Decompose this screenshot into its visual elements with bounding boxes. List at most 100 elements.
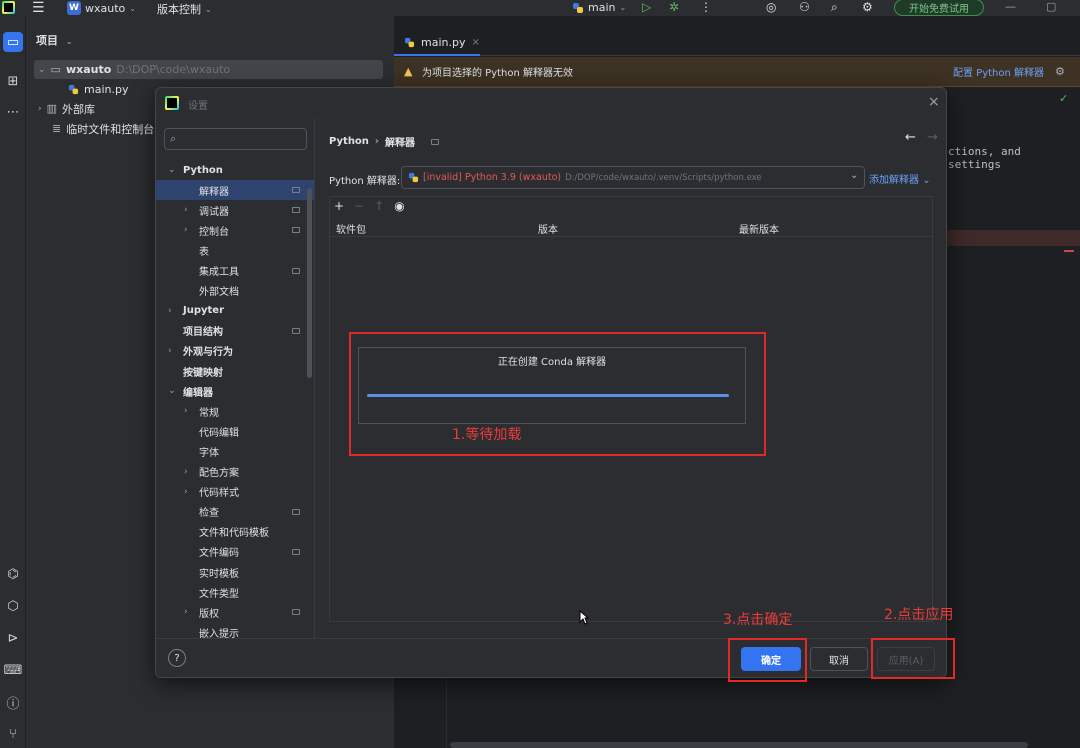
settings-nav-item[interactable]: 代码编辑 — [156, 421, 314, 441]
interpreter-select[interactable]: [invalid] Python 3.9 (wxauto) D:/DOP/cod… — [401, 166, 865, 189]
terminal-icon[interactable]: ⌨ — [3, 660, 23, 680]
ai-assistant-icon[interactable]: ◎ — [766, 0, 776, 14]
upgrade-icon[interactable]: ↑ — [374, 199, 384, 213]
settings-nav-label: 集成工具 — [199, 267, 239, 278]
search-icon[interactable]: ⌕ — [831, 0, 838, 15]
add-icon[interactable]: + — [334, 199, 344, 213]
settings-nav-item[interactable]: 表 — [156, 240, 314, 260]
more-actions-icon[interactable]: ⋮ — [700, 0, 712, 14]
maximize-icon[interactable]: ▢ — [1046, 0, 1056, 13]
structure-icon[interactable]: ⊞ — [3, 71, 23, 91]
cancel-button[interactable]: 取消 — [810, 647, 868, 671]
chevron-right-icon[interactable]: › — [184, 225, 188, 235]
python-file-icon — [68, 84, 79, 95]
settings-nav-item[interactable]: › 外观与行为 — [156, 341, 314, 361]
settings-nav-item[interactable]: ⌄ 编辑器 — [156, 381, 314, 401]
vcs-label: 版本控制 — [157, 3, 201, 16]
chevron-right-icon[interactable]: › — [168, 306, 172, 316]
run-config-selector[interactable]: main ⌄ — [572, 1, 626, 14]
tab-main-py[interactable]: main.py × — [394, 30, 480, 56]
add-interpreter-link[interactable]: 添加解释器 ⌄ — [869, 171, 931, 186]
sidebar-scrollbar[interactable] — [307, 188, 312, 378]
settings-nav-item[interactable]: 文件类型 — [156, 582, 314, 602]
chevron-down-icon[interactable]: ⌄ — [168, 165, 176, 175]
settings-search-input[interactable]: ⌕ — [164, 128, 307, 150]
chevron-right-icon[interactable]: › — [168, 346, 172, 356]
settings-nav-label: 实时模板 — [199, 568, 239, 580]
run-icon[interactable]: ▷ — [642, 0, 651, 14]
settings-nav-label: 文件类型 — [199, 588, 239, 600]
debug-icon[interactable]: ✲ — [669, 0, 679, 14]
settings-nav-item[interactable]: 实时模板 — [156, 562, 314, 582]
run-tool-icon[interactable]: ⊳ — [3, 628, 23, 648]
chevron-down-icon: ⌄ — [205, 4, 212, 14]
more-tools-icon[interactable]: ⋯ — [3, 102, 23, 122]
app-logo-icon[interactable] — [2, 1, 15, 14]
services-icon[interactable]: ⬡ — [3, 596, 23, 616]
project-panel-header[interactable]: 项目 ⌄ — [36, 32, 73, 48]
chevron-right-icon[interactable]: › — [184, 406, 188, 416]
configure-interpreter-link[interactable]: 配置 Python 解释器 — [953, 64, 1044, 79]
folder-icon: ▭ — [50, 63, 61, 76]
horizontal-scrollbar[interactable] — [450, 742, 1028, 748]
settings-gear-icon[interactable]: ⚙ — [862, 0, 873, 14]
minimize-icon[interactable]: — — [1005, 0, 1016, 13]
settings-nav-item[interactable]: 按键映射 — [156, 361, 314, 381]
settings-nav-item[interactable]: › 调试器 — [156, 200, 314, 220]
problems-icon[interactable]: ⓘ — [3, 692, 23, 712]
main-menu-icon[interactable]: ☰ — [32, 0, 45, 16]
python-icon — [573, 2, 583, 13]
settings-nav-item[interactable]: 外部文档 — [156, 281, 314, 301]
chevron-right-icon[interactable]: › — [184, 607, 188, 617]
col-header-package[interactable]: 软件包 — [336, 221, 366, 236]
settings-nav-item[interactable]: › 版权 — [156, 602, 314, 622]
git-icon[interactable]: ⑂ — [3, 724, 23, 744]
annotation-box-ok — [728, 638, 807, 682]
tree-item-root[interactable]: ⌄ ▭ wxauto D:\DOP\code\wxauto — [38, 60, 230, 79]
vcs-menu[interactable]: 版本控制 ⌄ — [157, 1, 212, 17]
settings-nav-item[interactable]: › 控制台 — [156, 220, 314, 240]
dialog-title: 设置 — [188, 101, 208, 112]
start-trial-button[interactable]: 开始免费试用 — [894, 0, 984, 16]
settings-nav-item[interactable]: › 常规 — [156, 401, 314, 421]
settings-nav-item[interactable]: › 配色方案 — [156, 462, 314, 482]
settings-nav-item[interactable]: 文件编码 — [156, 542, 314, 562]
settings-nav-item[interactable]: 字体 — [156, 441, 314, 461]
breadcrumb-parent[interactable]: Python — [329, 136, 369, 147]
back-arrow-icon[interactable]: ← — [905, 130, 916, 145]
table-header-row: 软件包 版本 最新版本 — [330, 219, 932, 237]
add-user-icon[interactable]: ⚇ — [799, 0, 810, 14]
tree-item-external-libs[interactable]: › ▥ 外部库 — [38, 99, 95, 118]
eye-icon[interactable]: ◉ — [394, 199, 404, 213]
warning-text: 为项目选择的 Python 解释器无效 — [422, 68, 574, 79]
chevron-down-icon: ⌄ — [38, 64, 46, 75]
close-icon[interactable]: × — [471, 37, 479, 48]
close-icon[interactable]: × — [928, 94, 940, 110]
project-folder-icon[interactable]: ▭ — [3, 32, 23, 52]
editor-tab-bar: main.py × — [394, 30, 1080, 56]
project-switcher[interactable]: W wxauto ⌄ — [67, 1, 136, 15]
chevron-right-icon[interactable]: › — [184, 205, 188, 215]
mouse-cursor-icon — [579, 610, 589, 625]
settings-nav-item[interactable]: 文件和代码模板 — [156, 522, 314, 542]
settings-nav-item[interactable]: 集成工具 — [156, 261, 314, 281]
col-header-latest[interactable]: 最新版本 — [739, 221, 779, 236]
chevron-right-icon[interactable]: › — [184, 467, 188, 477]
col-header-version[interactable]: 版本 — [538, 221, 558, 236]
tree-item-main-py[interactable]: main.py — [68, 80, 128, 99]
settings-nav-item[interactable]: ⌄ Python — [156, 160, 314, 180]
settings-nav-item[interactable]: › Jupyter — [156, 301, 314, 321]
python-packages-icon[interactable]: ⌬ — [3, 564, 23, 584]
gear-icon[interactable]: ⚙ — [1055, 65, 1065, 78]
chevron-right-icon[interactable]: › — [184, 487, 188, 497]
forward-arrow-icon[interactable]: → — [927, 130, 938, 145]
settings-nav-item[interactable]: › 代码样式 — [156, 482, 314, 502]
settings-nav-item[interactable]: 项目结构 — [156, 321, 314, 341]
help-button[interactable]: ? — [168, 649, 186, 667]
settings-nav-label: 字体 — [199, 447, 219, 459]
remove-icon[interactable]: − — [354, 199, 364, 213]
chevron-down-icon[interactable]: ⌄ — [168, 386, 176, 396]
tree-item-scratches[interactable]: ≣ 临时文件和控制台 — [52, 119, 154, 138]
settings-nav-item[interactable]: 检查 — [156, 502, 314, 522]
settings-nav-item[interactable]: 解释器 — [156, 180, 314, 201]
